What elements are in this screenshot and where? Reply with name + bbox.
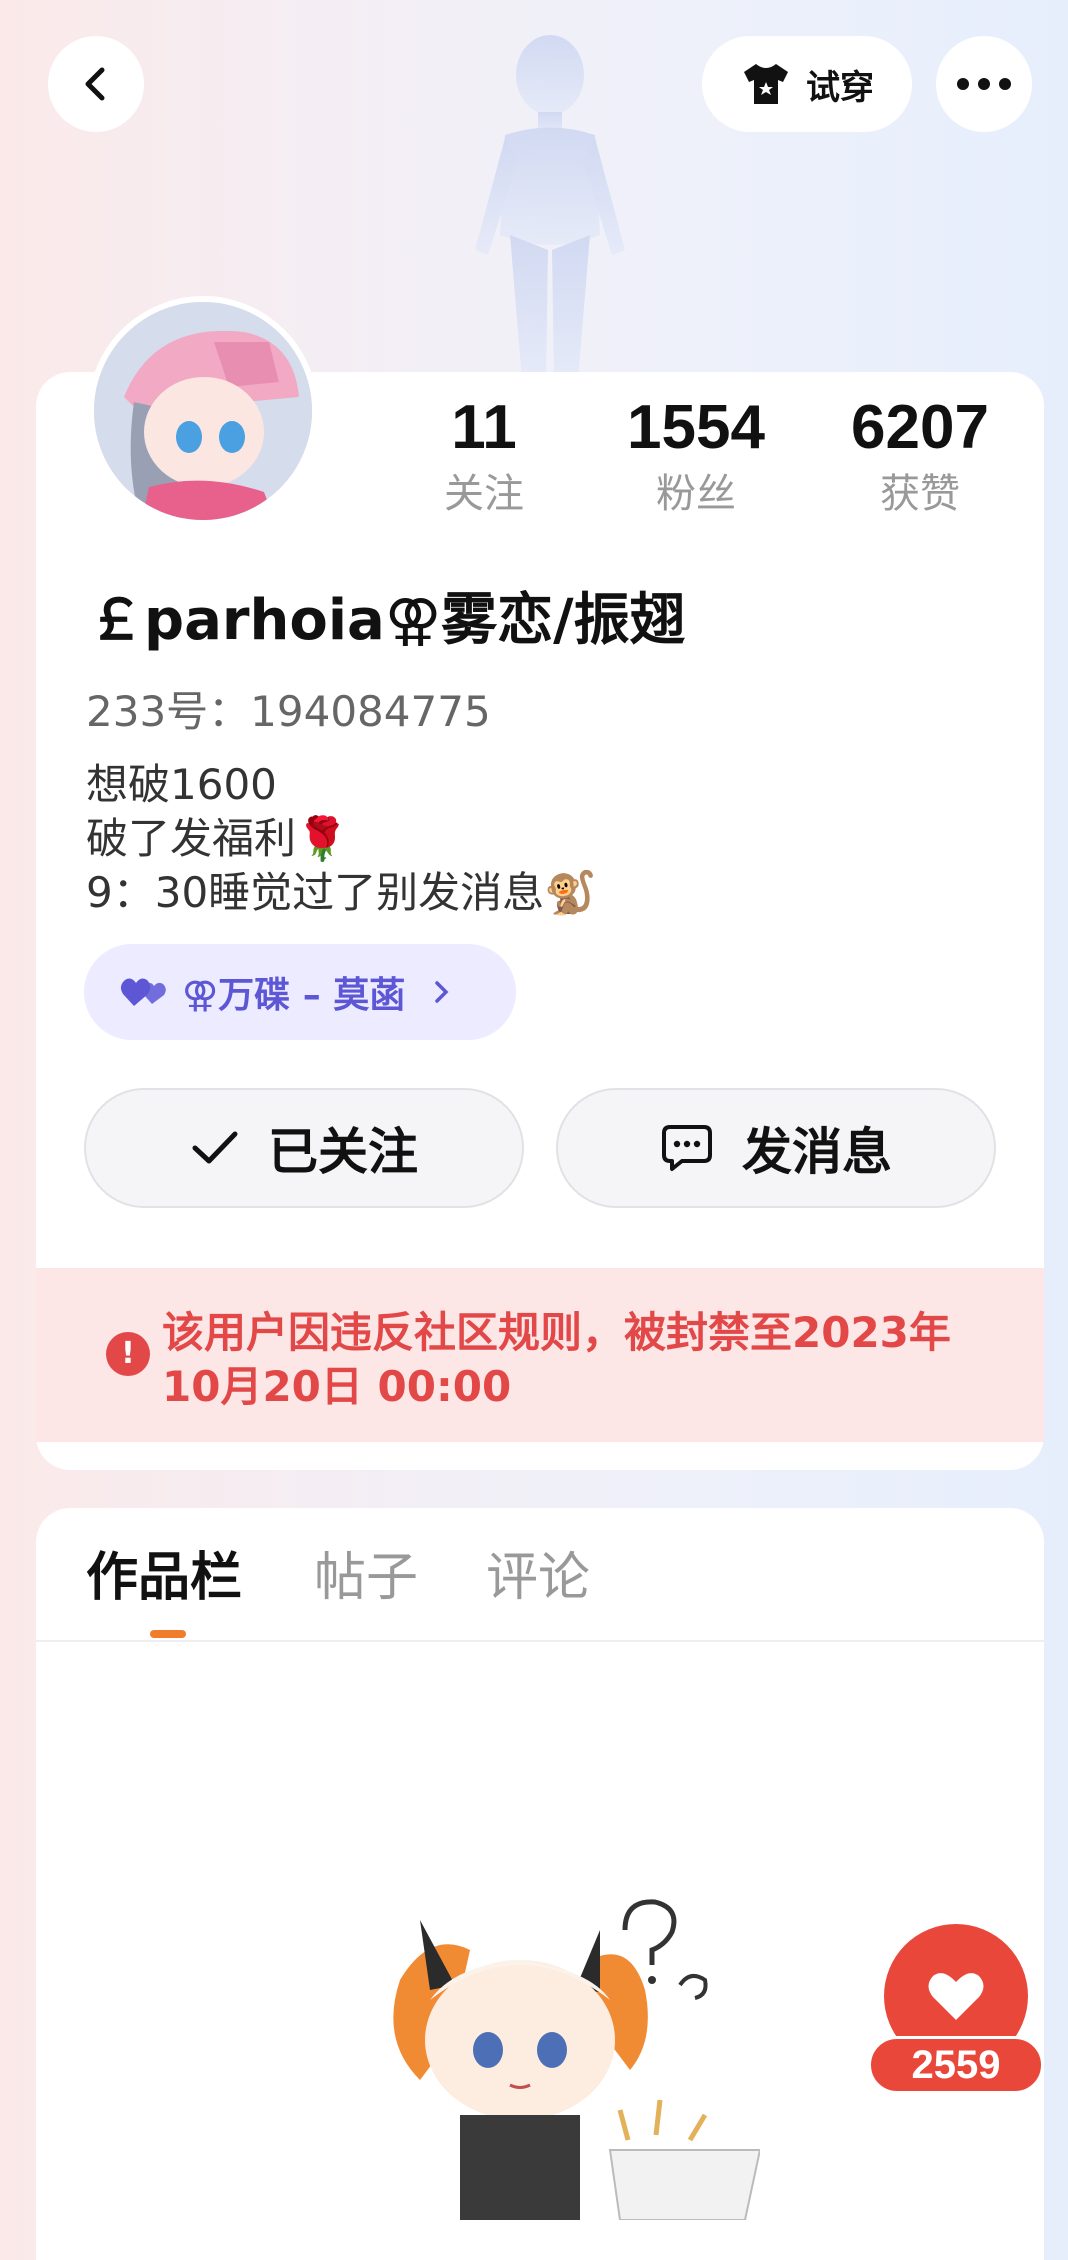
followers-label: 粉丝 xyxy=(656,471,736,517)
follow-button[interactable]: 已关注 xyxy=(84,1088,524,1208)
followers-count: 1554 xyxy=(627,393,765,462)
likes-label: 获赞 xyxy=(880,471,960,517)
likes-count: 6207 xyxy=(851,393,989,462)
heart-icon xyxy=(928,1973,984,2020)
followers-stat[interactable]: 1554 粉丝 xyxy=(586,390,806,522)
empty-state-illustration xyxy=(393,1899,760,2220)
ban-notice: 该用户因违反社区规则，被封禁至2023年10月20日 00:00 xyxy=(36,1268,1044,1442)
username: ￡parhoia⚢雾恋/振翅 xyxy=(88,588,686,653)
avatar-figure-illustration xyxy=(475,35,625,380)
following-stat[interactable]: 11 关注 xyxy=(374,390,594,522)
checkmark-icon xyxy=(192,1131,238,1164)
tab-divider xyxy=(36,1640,1044,1642)
bio-line: 9：30睡觉过了别发消息🐒 xyxy=(86,868,597,917)
likes-stat[interactable]: 6207 获赞 xyxy=(810,390,1030,522)
user-id: 233号：194084775 xyxy=(86,687,491,736)
try-on-button[interactable]: 试穿 xyxy=(702,36,912,132)
chevron-left-icon xyxy=(85,67,105,101)
club-tag[interactable]: ⚢万碟 – 莫菡 xyxy=(84,944,516,1040)
try-on-label: 试穿 xyxy=(806,67,874,108)
chevron-right-icon xyxy=(435,981,449,1003)
profile-stats: 11 关注 1554 粉丝 6207 获赞 xyxy=(0,390,1068,530)
message-button-label: 发消息 xyxy=(742,1123,892,1181)
following-label: 关注 xyxy=(444,471,524,517)
more-button[interactable] xyxy=(936,36,1032,132)
more-dots-icon xyxy=(957,78,1011,90)
shirt-icon xyxy=(744,64,788,104)
warning-icon: ! xyxy=(106,1332,150,1376)
club-tag-label: ⚢万碟 – 莫菡 xyxy=(182,975,406,1016)
tab-comments[interactable]: 评论 xyxy=(486,1538,590,1618)
back-button[interactable] xyxy=(48,36,144,132)
double-heart-icon xyxy=(120,978,166,1006)
tab-indicator xyxy=(150,1630,186,1638)
following-count: 11 xyxy=(451,393,517,462)
follow-button-label: 已关注 xyxy=(268,1123,418,1181)
tab-works[interactable]: 作品栏 xyxy=(86,1538,242,1618)
bio-line: 想破1600 xyxy=(86,760,277,809)
tab-posts[interactable]: 帖子 xyxy=(314,1538,418,1618)
bio-line: 破了发福利🌹 xyxy=(86,814,349,863)
bio: 想破1600 破了发福利🌹 9：30睡觉过了别发消息🐒 xyxy=(86,758,596,920)
like-count-badge: 2559 xyxy=(868,2036,1044,2094)
profile-page: 试穿 11 关注 1554 粉丝 6207 获赞 ￡parhoia⚢雾恋/振翅 … xyxy=(0,0,1068,2260)
chat-bubble-icon xyxy=(662,1125,712,1171)
message-button[interactable]: 发消息 xyxy=(556,1088,996,1208)
